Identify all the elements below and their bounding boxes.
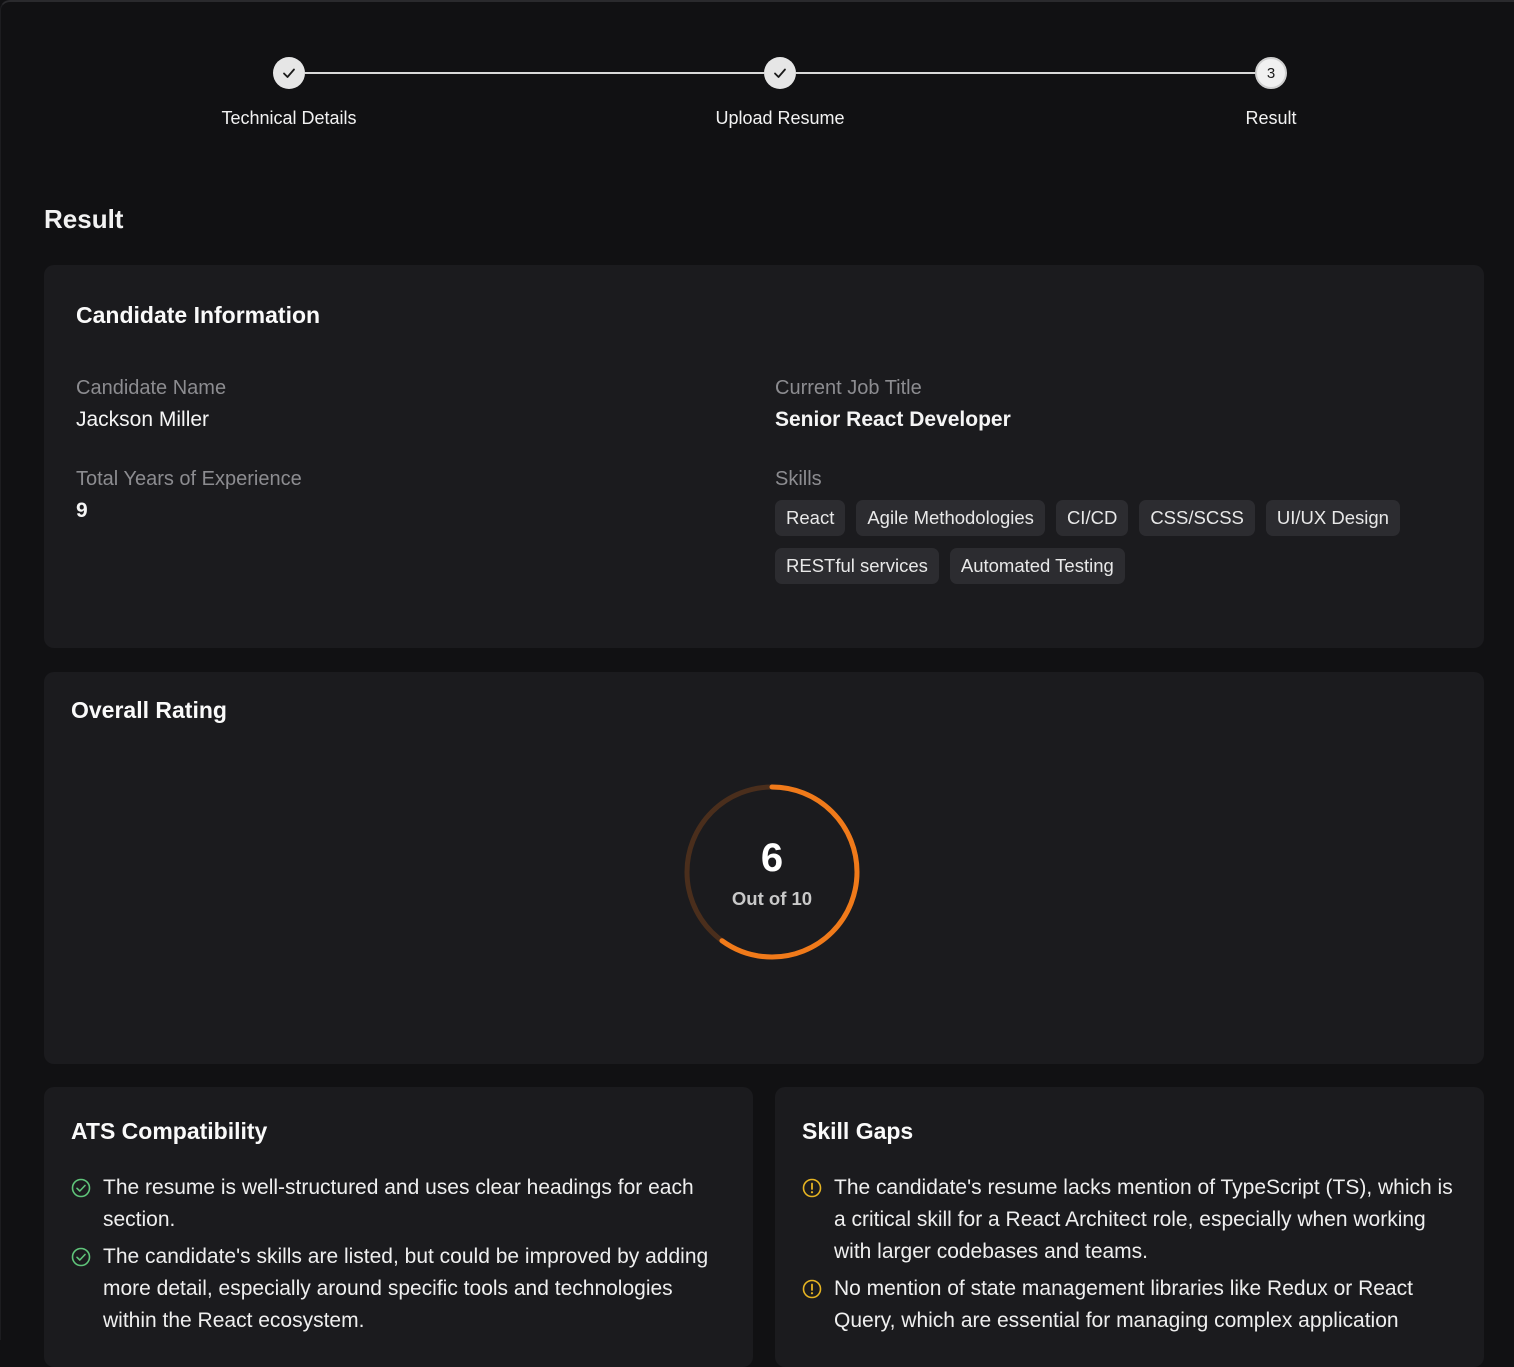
- skill-gaps-list: The candidate's resume lacks mention of …: [802, 1172, 1462, 1342]
- progress-stepper: Technical Details Upload Resume 3 Result: [1, 57, 1514, 137]
- job-title-value: Senior React Developer: [775, 408, 1011, 431]
- job-title-label: Current Job Title: [775, 377, 922, 399]
- list-item-text: The candidate's skills are listed, but c…: [103, 1245, 709, 1332]
- list-item-text: No mention of state management libraries…: [834, 1277, 1413, 1332]
- card-title: Candidate Information: [76, 302, 321, 328]
- card-title: Overall Rating: [71, 697, 227, 723]
- skills-list: React Agile Methodologies CI/CD CSS/SCSS…: [775, 500, 1435, 584]
- list-item-text: The candidate's resume lacks mention of …: [834, 1176, 1453, 1263]
- step-3-number: 3: [1266, 64, 1276, 82]
- skill-chip: UI/UX Design: [1265, 500, 1400, 536]
- check-circle-icon: [71, 1247, 91, 1267]
- list-item: No mention of state management libraries…: [802, 1273, 1462, 1337]
- check-icon: [283, 68, 295, 78]
- ats-list: The resume is well-structured and uses c…: [71, 1172, 731, 1342]
- skill-chip: React: [775, 500, 846, 536]
- step-2-indicator[interactable]: [764, 57, 796, 89]
- step-3-label: Result: [1245, 108, 1297, 128]
- candidate-info-card: Candidate Information Candidate Name Jac…: [44, 265, 1484, 648]
- warning-circle-icon: [802, 1279, 822, 1299]
- warning-circle-icon: [802, 1178, 822, 1198]
- skill-chip: CSS/SCSS: [1139, 500, 1255, 536]
- step-1-indicator[interactable]: [273, 57, 305, 89]
- overall-rating-card: Overall Rating 6 Out of 10: [44, 672, 1484, 1064]
- list-item: The candidate's resume lacks mention of …: [802, 1172, 1462, 1268]
- skill-chip: Agile Methodologies: [856, 500, 1045, 536]
- list-item-text: The resume is well-structured and uses c…: [103, 1176, 694, 1231]
- skills-label: Skills: [775, 468, 822, 490]
- check-icon: [774, 68, 786, 78]
- app-window: Technical Details Upload Resume 3 Result…: [0, 0, 1514, 1367]
- step-1-label: Technical Details: [221, 108, 357, 128]
- step-connector: [305, 72, 764, 74]
- page-title: Result: [44, 204, 124, 234]
- rating-subtitle: Out of 10: [731, 888, 813, 909]
- card-title: ATS Compatibility: [71, 1118, 268, 1144]
- ats-compatibility-card: ATS Compatibility The resume is well-str…: [44, 1087, 753, 1367]
- list-item: The candidate's skills are listed, but c…: [71, 1241, 731, 1337]
- skill-chip: CI/CD: [1055, 500, 1129, 536]
- skill-chip: RESTful services: [775, 548, 939, 584]
- rating-gauge: 6 Out of 10: [680, 780, 864, 964]
- candidate-name-label: Candidate Name: [76, 377, 227, 399]
- list-item: The resume is well-structured and uses c…: [71, 1172, 731, 1236]
- experience-value: 9: [76, 499, 88, 522]
- step-connector: [796, 72, 1255, 74]
- step-2-label: Upload Resume: [715, 108, 845, 128]
- skill-gaps-card: Skill Gaps The candidate's resume lacks …: [775, 1087, 1484, 1367]
- step-3-indicator[interactable]: 3: [1255, 57, 1287, 89]
- card-title: Skill Gaps: [802, 1118, 914, 1144]
- rating-value: 6: [760, 836, 784, 880]
- candidate-name-value: Jackson Miller: [76, 408, 210, 431]
- skill-chip: Automated Testing: [949, 548, 1125, 584]
- check-circle-icon: [71, 1178, 91, 1198]
- experience-label: Total Years of Experience: [76, 468, 302, 490]
